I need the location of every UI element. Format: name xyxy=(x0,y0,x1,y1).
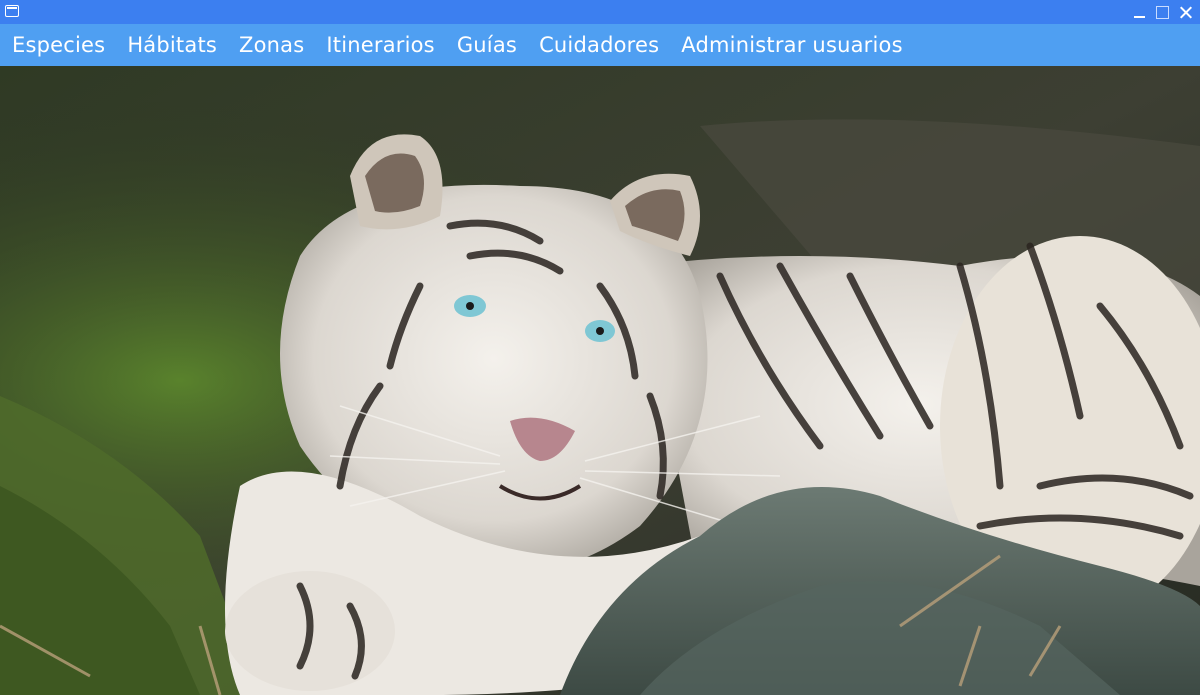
menu-item-especies[interactable]: Especies xyxy=(12,33,105,57)
menu-bar: Especies Hábitats Zonas Itinerarios Guía… xyxy=(0,24,1200,66)
close-icon[interactable] xyxy=(1179,6,1192,19)
menu-item-guias[interactable]: Guías xyxy=(457,33,517,57)
window-controls xyxy=(1133,0,1192,24)
maximize-icon[interactable] xyxy=(1156,5,1169,19)
menu-item-cuidadores[interactable]: Cuidadores xyxy=(539,33,659,57)
minimize-icon[interactable] xyxy=(1133,6,1146,19)
menu-item-habitats[interactable]: Hábitats xyxy=(127,33,217,57)
title-bar xyxy=(0,0,1200,24)
menu-item-itinerarios[interactable]: Itinerarios xyxy=(326,33,434,57)
white-tiger-image xyxy=(0,66,1200,695)
background-photo xyxy=(0,66,1200,695)
menu-item-administrar-usuarios[interactable]: Administrar usuarios xyxy=(681,33,902,57)
app-window-icon[interactable] xyxy=(5,5,19,17)
menu-item-zonas[interactable]: Zonas xyxy=(239,33,304,57)
